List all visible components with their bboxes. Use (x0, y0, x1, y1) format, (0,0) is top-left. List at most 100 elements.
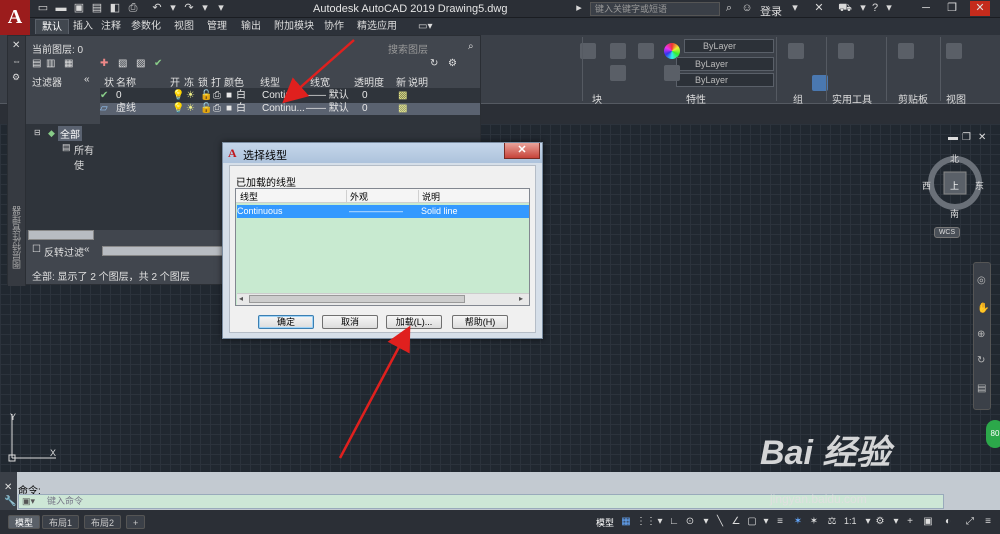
layer-search-input[interactable]: 搜索图层 (388, 41, 428, 56)
layer-plot-icon[interactable]: ⎙ (213, 103, 221, 115)
filter-used[interactable]: 所有使 (74, 142, 100, 172)
undo-dropdown-icon[interactable]: ▾ (166, 2, 180, 15)
viewcube-south[interactable]: 南 (950, 207, 959, 220)
layer-lock-icon[interactable]: 🔓 (200, 103, 212, 115)
fullscreen-icon[interactable]: ⤢ (964, 516, 976, 528)
annotation-scale-value[interactable]: 1:1 (844, 516, 857, 526)
help-dropdown-icon[interactable]: ▾ (882, 2, 896, 15)
layer-row[interactable]: ▱ 虚线 💡 ☀ 🔓 ⎙ ■ 白 Continu... —— 默认 0 ▩ (100, 103, 480, 115)
redo-dropdown-icon[interactable]: ▾ (198, 2, 212, 15)
isolate-objects-icon[interactable]: ◐ (942, 516, 954, 528)
layer-row[interactable]: ✔ 0 💡 ☀ 🔓 ⎙ ■ 白 Contin... —— 默认 0 ▩ (100, 90, 480, 102)
maximize-button[interactable]: ❐ (942, 1, 962, 16)
print-icon[interactable]: ⎙ (126, 2, 140, 15)
col-freeze[interactable]: 冻 (184, 74, 194, 89)
cart-icon[interactable]: ⛟ (838, 2, 852, 15)
new-file-icon[interactable]: ▭ (36, 2, 50, 15)
wcs-dropdown[interactable]: WCS (934, 227, 960, 238)
snap-dropdown-icon[interactable]: ▾ (654, 516, 666, 528)
settings-icon[interactable]: ⚙ (448, 58, 457, 69)
layer-name[interactable]: 0 (116, 90, 122, 102)
layer-plot-icon[interactable]: ⎙ (213, 90, 221, 102)
polar-dropdown-icon[interactable]: ▾ (700, 516, 712, 528)
col-name[interactable]: 名称 (116, 74, 136, 89)
pan-icon[interactable]: ✋ (977, 303, 989, 314)
osnap-icon[interactable]: ▢ (746, 516, 758, 528)
dialog-titlebar[interactable]: A 选择线型 ✕ (223, 143, 542, 163)
layer-freeze-icon[interactable]: ☀ (186, 90, 195, 102)
annotation-monitor-icon[interactable]: + (904, 516, 916, 528)
expand-search-icon[interactable]: ▸ (572, 2, 586, 15)
close-window-button[interactable]: ✕ (970, 1, 990, 16)
layer-transparency[interactable]: 0 (362, 103, 368, 115)
layer-transparency[interactable]: 0 (362, 90, 368, 102)
auto-scale-icon[interactable]: ✶ (808, 516, 820, 528)
recent-commands-icon[interactable]: ▣▾ (22, 496, 35, 507)
exchange-apps-icon[interactable]: ✕ (812, 2, 826, 15)
layer-search-icon[interactable]: ⌕ (468, 41, 474, 52)
match-properties-icon[interactable] (638, 43, 654, 59)
viewcube-east[interactable]: 东 (975, 179, 984, 192)
col-new-vp-freeze[interactable]: 新 (396, 74, 406, 89)
tab-parametric[interactable]: 参数化 (125, 19, 167, 34)
add-layout-button[interactable]: + (126, 515, 146, 529)
layer-linetype[interactable]: Contin... (262, 90, 299, 102)
login-dropdown-icon[interactable]: ▾ (788, 2, 802, 15)
edit-block-icon[interactable] (610, 65, 626, 81)
view-base-icon[interactable] (946, 43, 962, 59)
command-customize-icon[interactable]: 🔧 (4, 496, 16, 507)
scale-dropdown-icon[interactable]: ▾ (862, 516, 874, 528)
redo-icon[interactable]: ↷ (182, 2, 196, 15)
viewcube-west[interactable]: 西 (922, 179, 931, 192)
layer-states-icon[interactable]: ▦ (64, 58, 73, 69)
layer-color[interactable]: 白 (236, 103, 246, 115)
customize-toolbar-icon[interactable]: ▾ (214, 2, 228, 15)
help-icon[interactable]: ? (868, 2, 882, 15)
annotation-scale-icon[interactable]: ⚖ (826, 516, 838, 528)
isodraft-icon[interactable]: ╲ (714, 516, 726, 528)
col-linetype[interactable]: 线型 (240, 190, 258, 203)
col-transparency[interactable]: 透明度 (354, 74, 384, 89)
invert-filter-checkbox[interactable]: ☐ (32, 244, 41, 255)
viewcube-top[interactable]: 上 (950, 179, 959, 192)
dialog-close-button[interactable]: ✕ (504, 143, 540, 159)
col-plot[interactable]: 打 (211, 74, 221, 89)
zoom-extents-icon[interactable]: ⊕ (977, 329, 985, 340)
tab-view[interactable]: 视图 (168, 19, 200, 34)
col-linetype[interactable]: 线型 (260, 74, 280, 89)
new-group-filter-icon[interactable]: ▥ (46, 58, 55, 69)
layer-on-icon[interactable]: 💡 (172, 103, 184, 115)
workspace-icon[interactable]: ⚙ (874, 516, 886, 528)
layer-on-icon[interactable]: 💡 (172, 90, 184, 102)
units-icon[interactable]: ▣ (922, 516, 934, 528)
save-as-icon[interactable]: ▤ (90, 2, 104, 15)
osnap-tracking-icon[interactable]: ∠ (730, 516, 742, 528)
layer-lock-icon[interactable]: 🔓 (200, 90, 212, 102)
open-file-icon[interactable]: ▬ (54, 2, 68, 15)
tree-collapse-icon[interactable]: ⊟ (34, 128, 41, 137)
new-vp-frozen-layer-icon[interactable]: ▧ (118, 58, 127, 69)
osnap-dropdown-icon[interactable]: ▾ (760, 516, 772, 528)
palette-close-icon[interactable]: ✕ (12, 40, 20, 51)
lineweight-toggle-icon[interactable]: ≡ (774, 516, 786, 528)
tab-addins[interactable]: 附加模块 (268, 19, 320, 34)
tab-featured-apps[interactable]: 精选应用 (351, 19, 403, 34)
col-appearance[interactable]: 外观 (350, 190, 368, 203)
col-lock[interactable]: 锁 (198, 74, 208, 89)
layer-lineweight[interactable]: —— 默认 (306, 103, 349, 115)
annotation-visibility-icon[interactable]: ✶ (792, 516, 804, 528)
user-icon[interactable]: ☺ (740, 2, 754, 15)
layer-lineweight[interactable]: —— 默认 (306, 90, 349, 102)
search-input[interactable]: 键入关键字或短语 (590, 2, 720, 16)
customize-status-icon[interactable]: ≡ (982, 516, 994, 528)
save-icon[interactable]: ▣ (72, 2, 86, 15)
palette-autohide-icon[interactable]: ⇔ (12, 56, 21, 66)
layout-tab-model[interactable]: 模型 (8, 515, 41, 529)
login-label[interactable]: 登录 (760, 3, 782, 19)
new-layer-icon[interactable]: ✚ (100, 58, 108, 69)
lineweight-dropdown[interactable]: ByLayer (676, 73, 774, 87)
col-description[interactable]: 说明 (408, 74, 428, 89)
web-mobile-icon[interactable]: ◧ (108, 2, 122, 15)
load-button[interactable]: 加载(L)... (386, 315, 442, 329)
layer-new-vp-freeze-icon[interactable]: ▩ (398, 103, 407, 115)
